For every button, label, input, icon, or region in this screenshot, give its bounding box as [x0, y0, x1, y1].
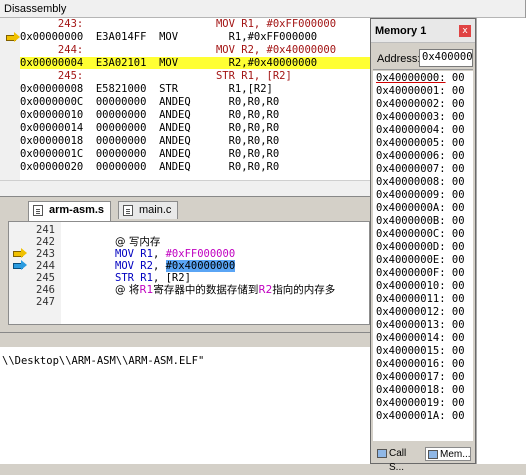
source-editor: arm-asm.s main.c 241 242 243 244 245 246… [0, 196, 370, 332]
memory-row[interactable]: 0x40000018: 00 [376, 384, 465, 397]
selected-text: #0x40000000 [165, 260, 236, 272]
code-line-comment: @ 将R1寄存器中的数据存储到R2指向的内存多 [115, 284, 336, 296]
memory-row[interactable]: 0x40000003: 00 [376, 111, 465, 124]
memory-row[interactable]: 0x4000000A: 00 [376, 202, 465, 215]
memory-row[interactable]: 0x4000000E: 00 [376, 254, 465, 267]
disasm-line-highlighted[interactable]: 0x00000004 E3A02101 MOV R2,#0x40000000 [20, 57, 370, 69]
current-line-arrow-icon [13, 248, 27, 258]
command-output: \\Desktop\\ARM-ASM\\ARM-ASM.ELF" [2, 355, 205, 367]
disasm-line[interactable]: 0x0000001C 00000000 ANDEQ R0,R0,R0 [20, 148, 370, 160]
memory-row[interactable]: 0x40000013: 00 [376, 319, 465, 332]
memory-row[interactable]: 0x40000019: 00 [376, 397, 465, 410]
disasm-line[interactable]: 0x00000020 00000000 ANDEQ R0,R0,R0 [20, 161, 370, 173]
tab-label: arm-asm.s [49, 204, 105, 216]
line-number: 246 [36, 284, 55, 296]
line-number: 247 [36, 296, 55, 308]
line-number: 245 [36, 272, 55, 284]
memory-window: Memory 1 x Address: 0x40000000 0x4000000… [370, 18, 476, 473]
file-icon [123, 205, 133, 216]
command-window[interactable]: \\Desktop\\ARM-ASM\\ARM-ASM.ELF" [0, 332, 370, 464]
code-line-comment: @ 写内存 [115, 236, 161, 248]
memory-row[interactable]: 0x40000015: 00 [376, 345, 465, 358]
code-line: MOV R2, #0x40000000 [115, 260, 236, 272]
memory-row[interactable]: 0x40000004: 00 [376, 124, 465, 137]
memory-row[interactable]: 0x40000010: 00 [376, 280, 465, 293]
editor-tab-bar: arm-asm.s main.c [8, 201, 368, 221]
memory-row[interactable]: 0x40000006: 00 [376, 150, 465, 163]
memory-row[interactable]: 0x4000000C: 00 [376, 228, 465, 241]
tab-main-c[interactable]: main.c [118, 201, 179, 219]
tab-arm-asm[interactable]: arm-asm.s [28, 201, 112, 221]
disasm-line[interactable]: 243: MOV R1, #0xFF000000 [20, 18, 370, 30]
line-number: 244 [36, 260, 55, 272]
memory-row[interactable]: 0x40000007: 00 [376, 163, 465, 176]
memory-tab-bar: Call S... Mem... [373, 445, 473, 473]
memory-row[interactable]: 0x40000012: 00 [376, 306, 465, 319]
divider [373, 69, 473, 70]
memory-row[interactable]: 0x40000001: 00 [376, 85, 465, 98]
call-stack-icon [377, 449, 387, 458]
memory-row[interactable]: 0x40000017: 00 [376, 371, 465, 384]
memory-row[interactable]: 0x4000000D: 00 [376, 241, 465, 254]
disasm-line[interactable]: 0x00000014 00000000 ANDEQ R0,R0,R0 [20, 122, 370, 134]
memory-rows[interactable]: 0x40000000: 00 0x40000001: 00 0x40000002… [373, 71, 473, 441]
memory-row[interactable]: 0x40000002: 00 [376, 98, 465, 111]
line-number: 241 [36, 224, 55, 236]
memory-row[interactable]: 0x4000001A: 00 [376, 410, 465, 423]
right-panel-background [476, 18, 526, 464]
memory-row[interactable]: 0x4000000F: 00 [376, 267, 465, 280]
memory-row[interactable]: 0x40000000: 00 [376, 72, 465, 85]
memory-row[interactable]: 0x40000016: 00 [376, 358, 465, 371]
cursor-line-arrow-icon [13, 260, 27, 270]
disasm-line[interactable]: 0x00000000 E3A014FF MOV R1,#0xFF000000 [20, 31, 370, 43]
address-input[interactable]: 0x40000000 [419, 49, 473, 67]
tab-call-stack[interactable]: Call S... [375, 447, 423, 473]
line-number: 242 [36, 236, 55, 248]
tab-memory[interactable]: Mem... [425, 447, 471, 461]
disassembly-title: Disassembly [0, 0, 525, 18]
code-line: MOV R1, #0xFF000000 [115, 248, 236, 260]
line-number: 243 [36, 248, 55, 260]
memory-row[interactable]: 0x40000005: 00 [376, 137, 465, 150]
memory-row[interactable]: 0x40000011: 00 [376, 293, 465, 306]
tab-label: main.c [139, 204, 172, 216]
code-line: STR R1, [R2] [115, 272, 191, 284]
disasm-line[interactable]: 244: MOV R2, #0x40000000 [20, 44, 370, 56]
close-icon[interactable]: x [459, 25, 471, 37]
memory-row[interactable]: 0x4000000B: 00 [376, 215, 465, 228]
memory-row[interactable]: 0x40000014: 00 [376, 332, 465, 345]
disasm-line[interactable]: 0x00000010 00000000 ANDEQ R0,R0,R0 [20, 109, 370, 121]
editor-text-area[interactable]: 241 242 243 244 245 246 247 @ 写内存 MOV R1… [8, 221, 370, 325]
disasm-line[interactable]: 245: STR R1, [R2] [20, 70, 370, 82]
disasm-line[interactable]: 0x00000018 00000000 ANDEQ R0,R0,R0 [20, 135, 370, 147]
command-window-header [0, 333, 370, 347]
memory-row[interactable]: 0x40000009: 00 [376, 189, 465, 202]
disassembly-gutter[interactable] [0, 18, 20, 180]
memory-row[interactable]: 0x40000008: 00 [376, 176, 465, 189]
current-instruction-arrow-icon [6, 32, 20, 42]
disasm-line[interactable]: 0x00000008 E5821000 STR R1,[R2] [20, 83, 370, 95]
address-label: Address: [377, 53, 421, 65]
file-icon [33, 205, 43, 216]
disassembly-horizontal-scrollbar[interactable] [0, 180, 370, 196]
memory-icon [428, 450, 438, 459]
disasm-line[interactable]: 0x0000000C 00000000 ANDEQ R0,R0,R0 [20, 96, 370, 108]
